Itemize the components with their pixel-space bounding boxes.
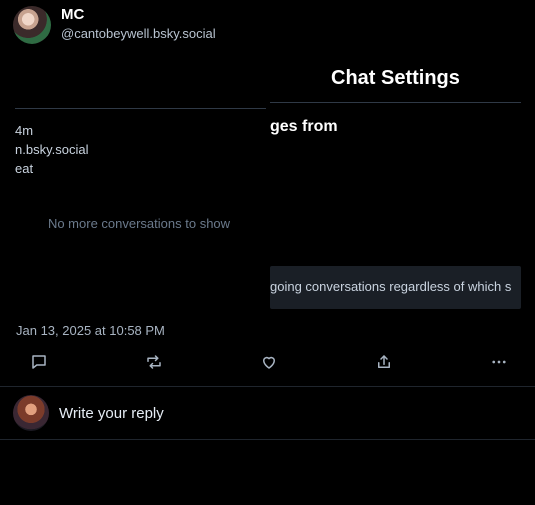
- chat-settings-title: Chat Settings: [331, 67, 460, 89]
- share-icon: [378, 355, 390, 368]
- reply-icon: [32, 355, 46, 369]
- list-divider: [15, 108, 266, 109]
- settings-option[interactable]: going conversations regardless of which …: [270, 266, 521, 309]
- like-icon: [263, 356, 275, 369]
- repost-icon: [147, 355, 161, 369]
- reply-input[interactable]: Write your reply: [59, 405, 164, 423]
- reply-divider: [0, 439, 535, 440]
- reply-avatar: [13, 395, 49, 431]
- conversation-list-fragment: 4m n.bsky.social eat No more conversatio…: [0, 108, 266, 308]
- more-options-button[interactable]: [487, 350, 511, 374]
- author-avatar[interactable]: [13, 6, 51, 44]
- repost-button[interactable]: [142, 350, 166, 374]
- actions-divider: [0, 386, 535, 387]
- more-icon: [492, 360, 506, 364]
- author-name[interactable]: MC: [61, 6, 84, 24]
- author-handle[interactable]: @cantobeywell.bsky.social: [61, 26, 216, 42]
- settings-divider: [270, 102, 521, 103]
- conversation-preview: eat: [15, 161, 34, 176]
- reply-button[interactable]: [27, 350, 51, 374]
- settings-option-label: going conversations regardless of which …: [270, 279, 512, 294]
- settings-heading: ges from: [270, 118, 338, 135]
- share-button[interactable]: [372, 350, 396, 374]
- conversation-time: 4m: [15, 123, 34, 138]
- like-button[interactable]: [257, 350, 281, 374]
- no-more-conversations: No more conversations to show: [47, 216, 231, 231]
- conversation-handle: n.bsky.social: [15, 142, 89, 157]
- post-timestamp: Jan 13, 2025 at 10:58 PM: [16, 323, 165, 338]
